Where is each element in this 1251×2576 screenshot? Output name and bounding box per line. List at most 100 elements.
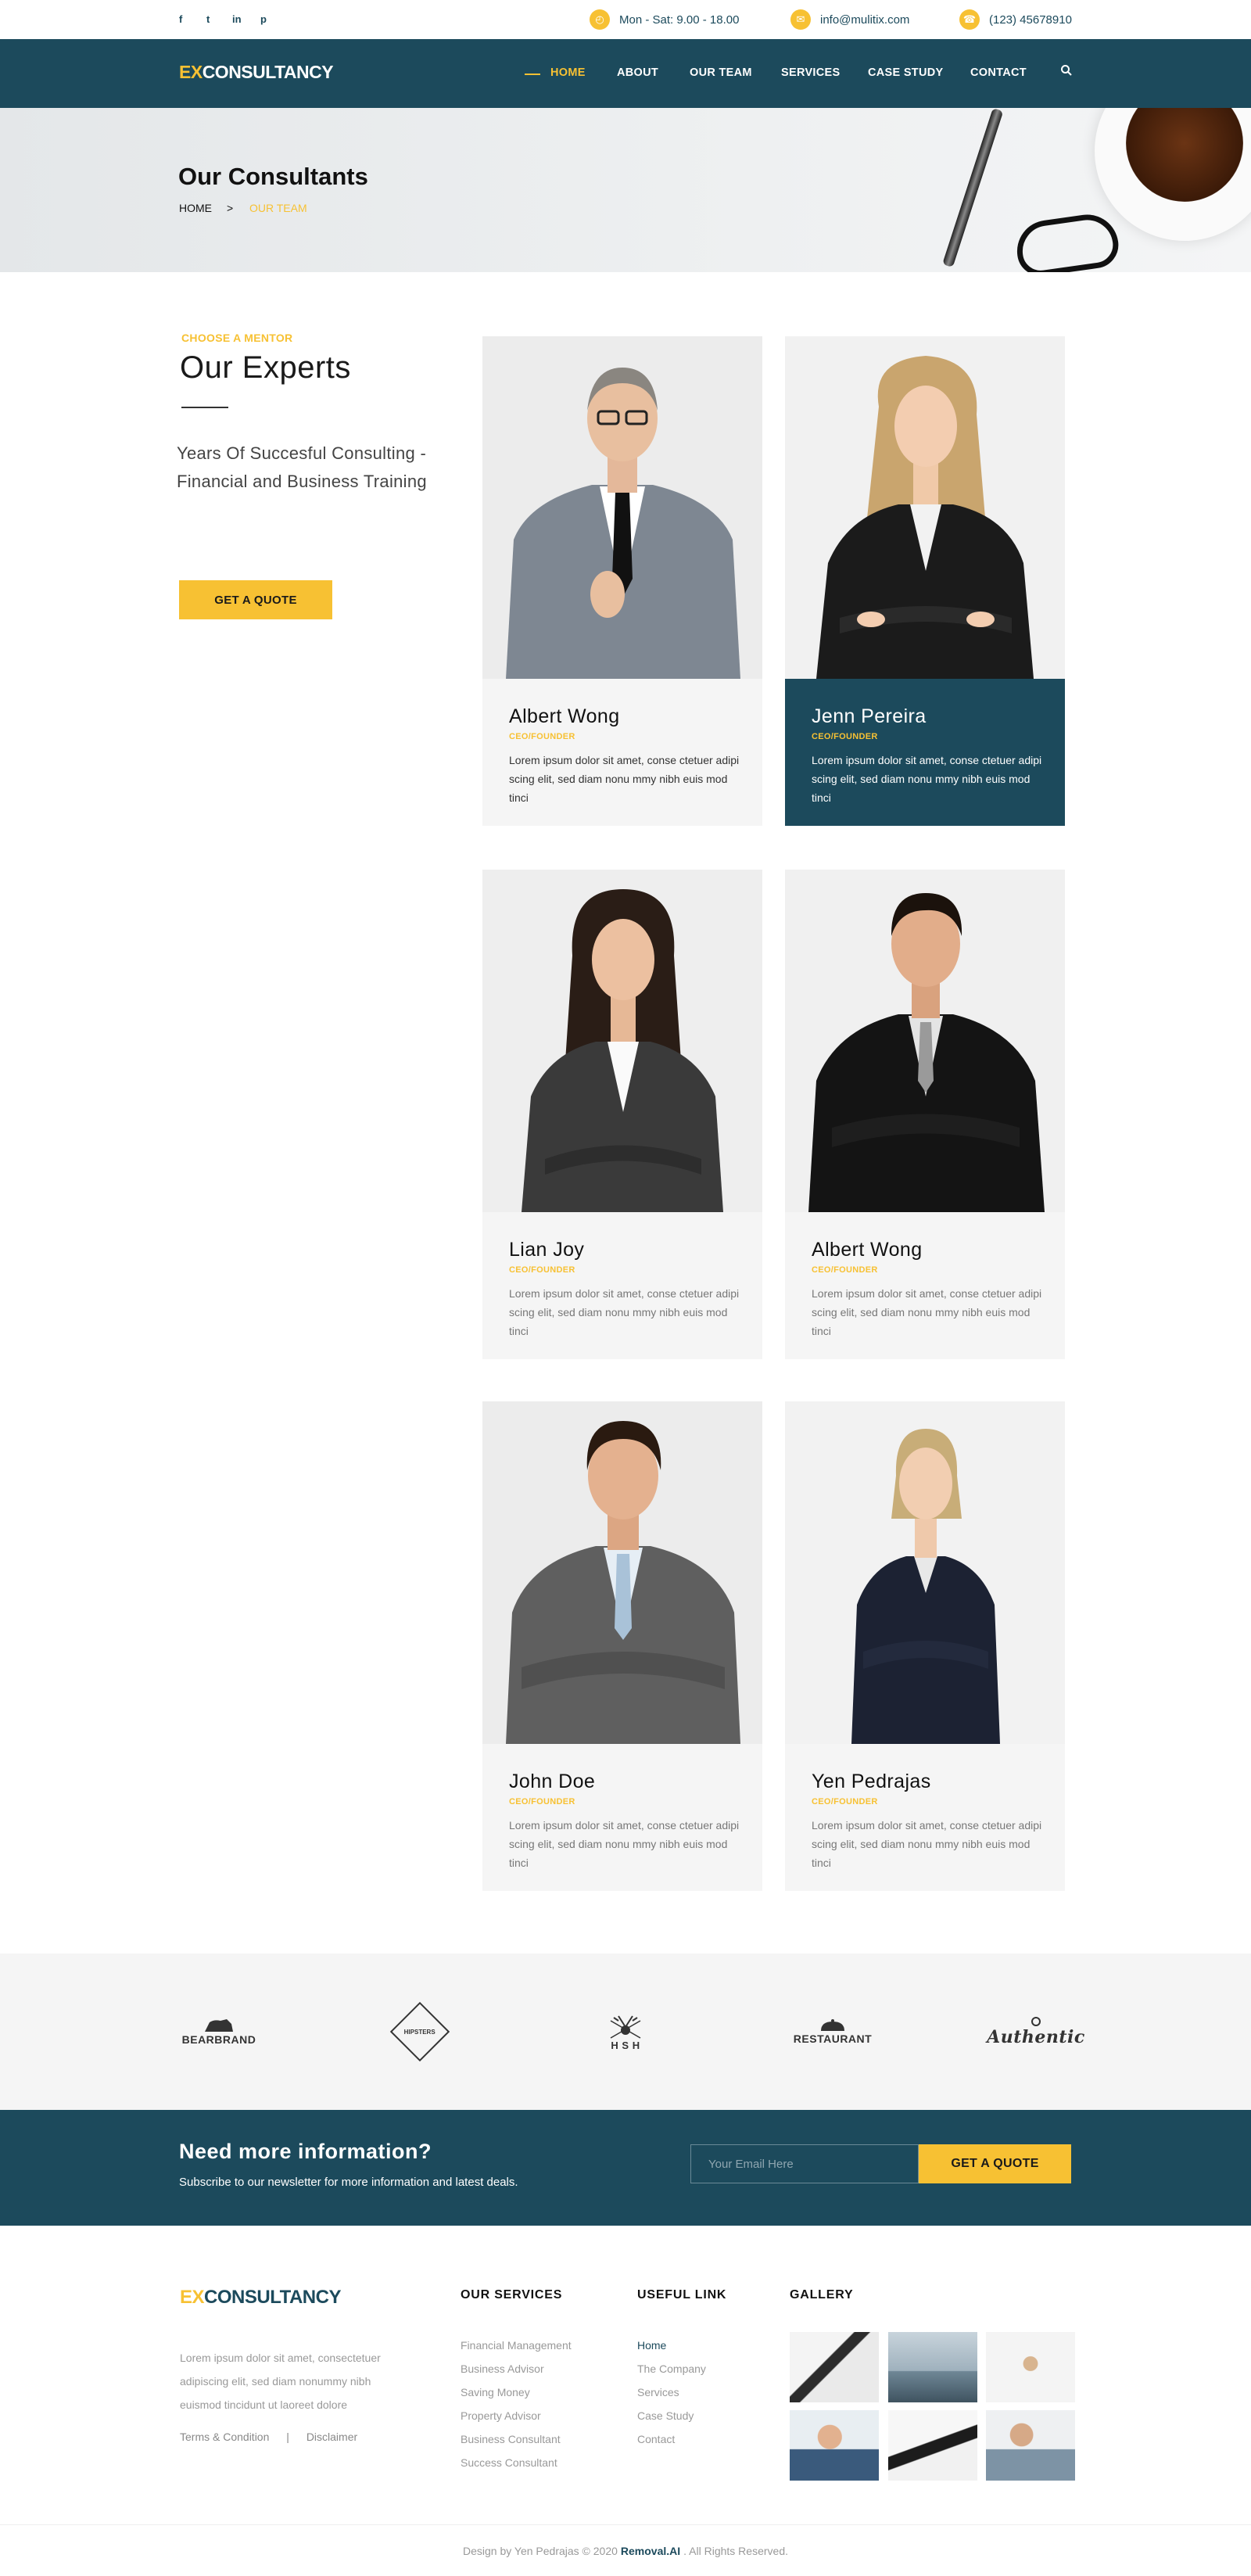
- nav-contact[interactable]: CONTACT: [970, 66, 1027, 79]
- team-card-body: Albert Wong CEO/FOUNDER Lorem ipsum dolo…: [482, 679, 762, 826]
- active-indicator: [525, 74, 540, 75]
- phone-text[interactable]: (123) 45678910: [989, 13, 1072, 27]
- footer-service-item[interactable]: Financial Management: [461, 2334, 572, 2357]
- person-photo: [482, 870, 762, 1212]
- team-card-body: Albert Wong CEO/FOUNDER Lorem ipsum dolo…: [785, 1212, 1065, 1359]
- gallery-thumb-stretch[interactable]: [986, 2332, 1075, 2402]
- nav-services[interactable]: SERVICES: [781, 66, 840, 79]
- footer-link-contact[interactable]: Contact: [637, 2427, 706, 2451]
- newsletter-title: Need more information?: [179, 2140, 432, 2163]
- nav-about[interactable]: ABOUT: [617, 66, 658, 79]
- footer-service-item[interactable]: Success Consultant: [461, 2451, 572, 2474]
- gallery-thumb-office[interactable]: [986, 2410, 1075, 2481]
- footer-services-list: Financial Management Business Advisor Sa…: [461, 2334, 572, 2474]
- nav-home[interactable]: HOME: [550, 66, 586, 79]
- section-lead: Years Of Succesful Consulting - Financia…: [177, 443, 427, 491]
- hours-info: ◴ Mon - Sat: 9.00 - 18.00: [590, 9, 739, 30]
- member-name: Lian Joy: [509, 1239, 585, 1261]
- pinterest-icon[interactable]: p: [260, 13, 267, 25]
- footer-service-item[interactable]: Business Consultant: [461, 2427, 572, 2451]
- footer-links-list: Home The Company Services Case Study Con…: [637, 2334, 706, 2451]
- legal-separator: |: [286, 2431, 289, 2443]
- footer-about: Lorem ipsum dolor sit amet, consectetuer…: [180, 2352, 381, 2411]
- cloche-icon: [821, 2019, 844, 2031]
- person-photo: [482, 1401, 762, 1744]
- brand-logo-hipsters: HIPSTERS: [377, 1954, 463, 2110]
- newsletter-section: Need more information? Subscribe to our …: [0, 2110, 1251, 2226]
- footer-link-services[interactable]: Services: [637, 2380, 706, 2404]
- mail-icon: ✉: [790, 9, 811, 30]
- member-name: Albert Wong: [812, 1239, 923, 1261]
- newsletter-email-input[interactable]: [690, 2144, 919, 2183]
- breadcrumb-separator: >: [227, 202, 234, 214]
- partner-logos: BEARBRAND HIPSTERS H S H RESTAURANT Auth…: [0, 1954, 1251, 2110]
- team-card[interactable]: Albert Wong CEO/FOUNDER Lorem ipsum dolo…: [482, 336, 762, 826]
- newsletter-submit-button[interactable]: GET A QUOTE: [919, 2144, 1071, 2183]
- team-photo: [785, 336, 1065, 679]
- phone-info[interactable]: ☎ (123) 45678910: [959, 9, 1072, 30]
- email-text[interactable]: info@mulitix.com: [820, 13, 909, 27]
- bear-icon: [205, 2019, 233, 2032]
- person-photo: [785, 1401, 1065, 1744]
- newsletter-subtitle: Subscribe to our newsletter for more inf…: [179, 2176, 518, 2189]
- page-title: Our Consultants: [178, 163, 368, 190]
- gallery-thumb-meeting[interactable]: [888, 2332, 977, 2402]
- team-card-featured[interactable]: Jenn Pereira CEO/FOUNDER Lorem ipsum dol…: [785, 336, 1065, 826]
- member-role: CEO/FOUNDER: [812, 1265, 878, 1275]
- member-name: Jenn Pereira: [812, 705, 927, 727]
- member-role: CEO/FOUNDER: [812, 1797, 878, 1806]
- disclaimer-link[interactable]: Disclaimer: [306, 2431, 357, 2443]
- section-kicker: CHOOSE A MENTOR: [181, 332, 293, 344]
- footer-link-company[interactable]: The Company: [637, 2357, 706, 2380]
- team-card[interactable]: Albert Wong CEO/FOUNDER Lorem ipsum dolo…: [785, 870, 1065, 1359]
- person-photo: [785, 870, 1065, 1212]
- footer-link-home[interactable]: Home: [637, 2334, 706, 2357]
- footer-link-case-study[interactable]: Case Study: [637, 2404, 706, 2427]
- member-role: CEO/FOUNDER: [812, 732, 878, 741]
- footer-gallery-heading: GALLERY: [790, 2288, 854, 2302]
- breadcrumb-home[interactable]: HOME: [179, 202, 212, 214]
- member-role: CEO/FOUNDER: [509, 732, 575, 741]
- person-photo: [482, 336, 762, 679]
- copyright-text: Design by Yen Pedrajas © 2020: [463, 2544, 618, 2557]
- glasses-decoration: [1013, 210, 1122, 272]
- terms-link[interactable]: Terms & Condition: [180, 2431, 269, 2443]
- gallery-thumb-laptop[interactable]: [888, 2410, 977, 2481]
- brand-logo-bearbrand: BEARBRAND: [164, 1954, 274, 2110]
- nav-our-team[interactable]: OUR TEAM: [690, 66, 752, 79]
- gallery-thumb-desk[interactable]: [790, 2332, 879, 2402]
- team-card[interactable]: Lian Joy CEO/FOUNDER Lorem ipsum dolor s…: [482, 870, 762, 1359]
- member-name: John Doe: [509, 1771, 596, 1792]
- footer-service-item[interactable]: Saving Money: [461, 2380, 572, 2404]
- footer-service-item[interactable]: Property Advisor: [461, 2404, 572, 2427]
- nav-case-study[interactable]: CASE STUDY: [868, 66, 943, 79]
- footer-service-item[interactable]: Business Advisor: [461, 2357, 572, 2380]
- footer-legal: Terms & Condition | Disclaimer: [180, 2431, 357, 2443]
- title-divider: [181, 407, 228, 408]
- linkedin-icon[interactable]: in: [232, 13, 242, 25]
- team-photo: [785, 1401, 1065, 1744]
- team-photo: [482, 336, 762, 679]
- team-card[interactable]: Yen Pedrajas CEO/FOUNDER Lorem ipsum dol…: [785, 1401, 1065, 1891]
- copyright-brand-link[interactable]: Removal.AI: [621, 2545, 680, 2557]
- brand-logo-authentic: Authentic: [985, 1954, 1087, 2110]
- section-title: Our Experts: [180, 350, 351, 385]
- brand-logo-restaurant: RESTAURANT: [782, 1954, 884, 2110]
- twitter-icon[interactable]: t: [206, 13, 210, 25]
- diamond-icon: HIPSTERS: [389, 2001, 450, 2062]
- facebook-icon[interactable]: f: [179, 13, 182, 25]
- get-quote-button[interactable]: GET A QUOTE: [179, 580, 332, 619]
- member-description: Lorem ipsum dolor sit amet, conse ctetue…: [812, 754, 1042, 804]
- member-role: CEO/FOUNDER: [509, 1265, 575, 1275]
- email-info[interactable]: ✉ info@mulitix.com: [790, 9, 909, 30]
- member-description: Lorem ipsum dolor sit amet, conse ctetue…: [812, 1819, 1042, 1869]
- footer-logo[interactable]: EXCONSULTANCY: [180, 2287, 341, 2309]
- logo[interactable]: EXCONSULTANCY: [179, 62, 334, 83]
- team-card[interactable]: John Doe CEO/FOUNDER Lorem ipsum dolor s…: [482, 1401, 762, 1891]
- team-card-body: Yen Pedrajas CEO/FOUNDER Lorem ipsum dol…: [785, 1744, 1065, 1891]
- gallery-thumb-phone[interactable]: [790, 2410, 879, 2481]
- footer-services-heading: OUR SERVICES: [461, 2288, 563, 2302]
- team-card-body: Lian Joy CEO/FOUNDER Lorem ipsum dolor s…: [482, 1212, 762, 1359]
- member-name: Yen Pedrajas: [812, 1771, 931, 1792]
- search-icon[interactable]: [1060, 64, 1073, 81]
